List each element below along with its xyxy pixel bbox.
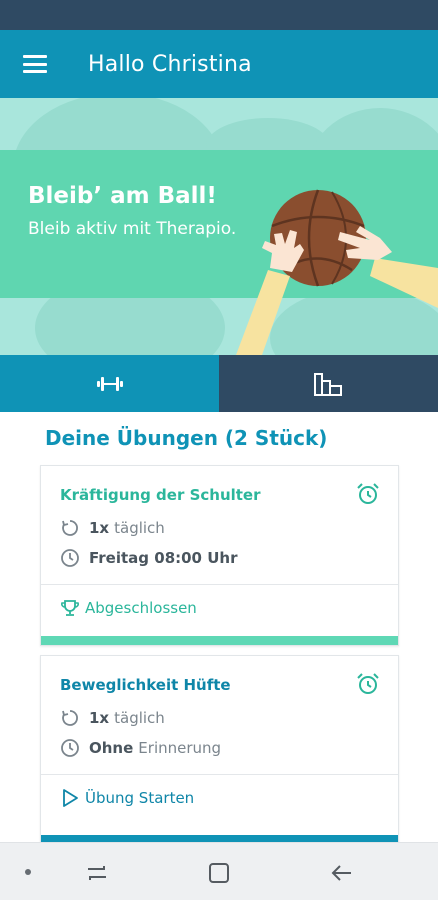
exercise-card[interactable]: Beweglichkeit Hüfte 1x täglich Ohne Erin… bbox=[40, 655, 399, 842]
play-icon bbox=[63, 789, 78, 807]
alarm-clock-icon[interactable] bbox=[356, 672, 380, 696]
nav-dot bbox=[25, 869, 31, 875]
app-bar: Hallo Christina bbox=[0, 30, 438, 98]
hero-subtitle: Bleib aktiv mit Therapio. bbox=[28, 219, 237, 239]
action-label: Übung Starten bbox=[85, 789, 195, 807]
frequency-row: 1x täglich bbox=[60, 518, 165, 538]
exercise-name: Beweglichkeit Hüfte bbox=[60, 676, 231, 694]
tab-exercises[interactable] bbox=[0, 355, 219, 412]
completed-status[interactable]: Abgeschlossen bbox=[60, 598, 197, 618]
alarm-clock-icon[interactable] bbox=[356, 482, 380, 506]
start-exercise-button[interactable]: Übung Starten bbox=[60, 788, 194, 808]
hero-title: Bleib’ am Ball! bbox=[28, 183, 217, 209]
reminder-row: Freitag 08:00 Uhr bbox=[60, 548, 242, 568]
bar-chart-icon bbox=[313, 372, 342, 396]
card-accent-bar bbox=[41, 636, 398, 645]
frequency-count: 1x bbox=[89, 709, 110, 727]
section-title: Deine Übungen (2 Stück) bbox=[45, 426, 328, 450]
back-icon[interactable] bbox=[329, 860, 355, 886]
tab-bar bbox=[0, 355, 438, 412]
card-accent-bar bbox=[41, 835, 398, 842]
card-divider bbox=[41, 584, 398, 585]
hamburger-menu-icon bbox=[23, 55, 47, 73]
exercise-card[interactable]: Kräftigung der Schulter 1x täglich Freit… bbox=[40, 465, 399, 646]
frequency-count: 1x bbox=[89, 519, 110, 537]
reminder-row: Ohne Erinnerung bbox=[60, 738, 221, 758]
clock-icon bbox=[61, 549, 79, 567]
status-bar bbox=[0, 0, 438, 30]
exercise-list: Deine Übungen (2 Stück) Kräftigung der S… bbox=[0, 412, 438, 842]
home-icon[interactable] bbox=[206, 860, 232, 886]
system-nav-bar bbox=[0, 842, 438, 900]
reminder-time: Freitag 08:00 Uhr bbox=[89, 549, 238, 567]
hero-banner: Bleib’ am Ball! Bleib aktiv mit Therapio… bbox=[0, 98, 438, 355]
clock-icon bbox=[61, 739, 79, 757]
frequency-text: täglich bbox=[114, 709, 165, 727]
page-title: Hallo Christina bbox=[88, 51, 252, 77]
frequency-row: 1x täglich bbox=[60, 708, 165, 728]
tab-statistics[interactable] bbox=[219, 355, 438, 412]
menu-button[interactable] bbox=[0, 30, 70, 98]
action-label: Abgeschlossen bbox=[85, 599, 197, 617]
frequency-text: täglich bbox=[114, 519, 165, 537]
repeat-icon bbox=[62, 710, 78, 726]
reminder-time: Ohne bbox=[89, 739, 134, 757]
dumbbell-icon bbox=[96, 376, 123, 391]
card-divider bbox=[41, 774, 398, 775]
recent-apps-icon[interactable] bbox=[84, 860, 110, 886]
trophy-icon bbox=[61, 600, 79, 616]
reminder-text: Erinnerung bbox=[138, 739, 222, 757]
exercise-name: Kräftigung der Schulter bbox=[60, 486, 261, 504]
repeat-icon bbox=[62, 520, 78, 536]
